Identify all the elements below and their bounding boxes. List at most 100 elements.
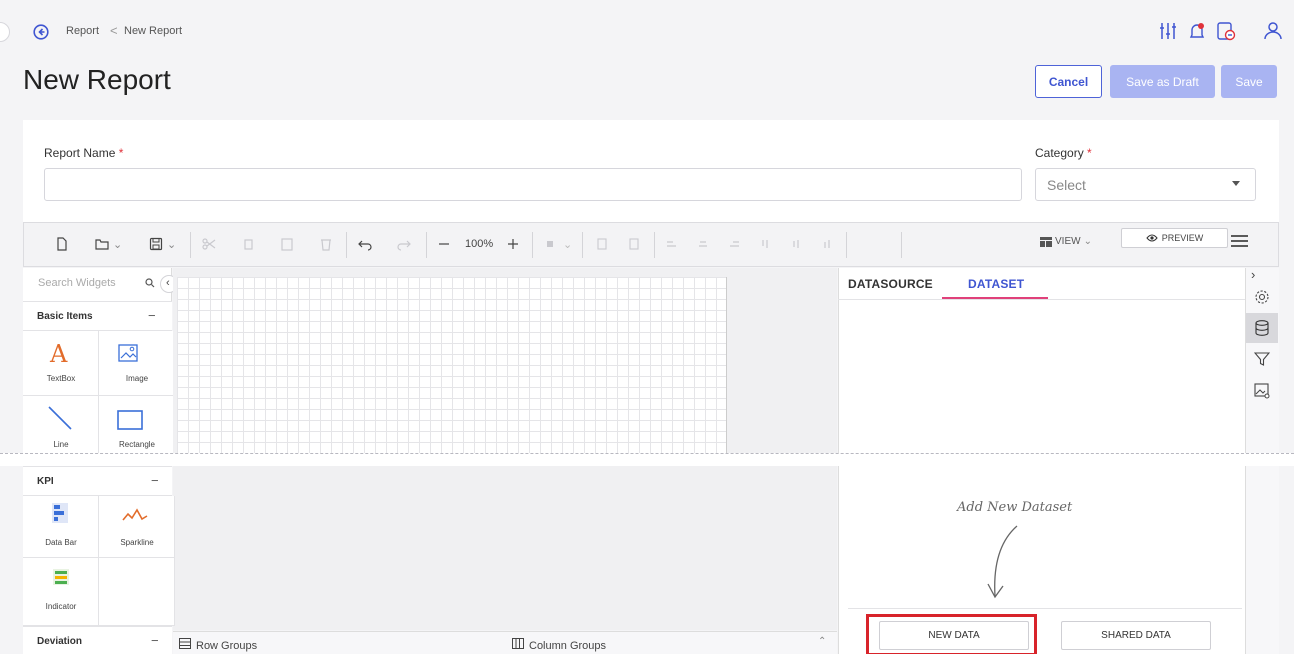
fill-dropdown-chevron-icon[interactable]: ⌄ (563, 238, 572, 251)
toolbar-divider (582, 232, 583, 258)
align-bottom-icon[interactable] (819, 236, 835, 252)
widget-sparkline[interactable] (99, 496, 175, 558)
eye-icon (1146, 234, 1158, 242)
line-icon (48, 406, 72, 430)
zoom-in-icon[interactable] (505, 236, 521, 252)
view-grid-icon (1040, 236, 1052, 247)
open-folder-icon[interactable] (94, 236, 110, 252)
section-break (0, 453, 1294, 466)
image-icon (118, 344, 138, 362)
chevron-left-icon: ‹ (166, 277, 170, 289)
user-icon[interactable] (1262, 20, 1284, 42)
widget-image[interactable] (99, 331, 175, 396)
toolbar-divider (190, 232, 191, 258)
zoom-level: 100% (465, 238, 494, 250)
breadcrumb-current: New Report (124, 25, 183, 37)
notification-bell-icon[interactable] (1186, 20, 1208, 42)
widget-search-input[interactable]: Search Widgets (38, 277, 116, 289)
widget-group-title: KPI (37, 476, 54, 487)
new-file-icon[interactable] (54, 236, 70, 252)
search-icon[interactable] (145, 278, 155, 288)
chevron-down-icon (1232, 181, 1240, 186)
widget-empty-cell (99, 558, 175, 626)
add-dataset-hint: Add New Dataset (957, 500, 1073, 515)
collapse-minus-icon[interactable]: − (151, 473, 159, 488)
redo-icon[interactable] (396, 236, 412, 252)
filter-rail-button[interactable] (1246, 344, 1278, 374)
chevron-right-icon[interactable]: › (1251, 267, 1255, 282)
arrow-down-icon (987, 525, 1018, 599)
save-dropdown-chevron-icon[interactable]: ⌄ (167, 238, 176, 251)
paste-icon[interactable] (279, 236, 295, 252)
align-to-grid-icon[interactable] (594, 236, 610, 252)
widget-group-title: Basic Items (37, 311, 93, 322)
textbox-icon: A (50, 340, 68, 368)
action-divider (848, 608, 1242, 609)
shared-data-button[interactable]: SHARED DATA (1061, 621, 1211, 650)
side-toggle[interactable] (0, 22, 10, 42)
chevron-down-icon: ⌄ (1083, 236, 1092, 247)
row-groups-label[interactable]: Row Groups (196, 640, 257, 652)
toolbar-divider (426, 232, 427, 258)
gear-icon (1255, 290, 1269, 304)
widget-label: Rectangle (118, 440, 156, 449)
collapse-minus-icon[interactable]: − (151, 633, 159, 648)
preview-button[interactable]: PREVIEW (1121, 228, 1228, 248)
sparkline-icon (122, 508, 148, 521)
open-dropdown-chevron-icon[interactable]: ⌄ (113, 238, 122, 251)
align-left-icon[interactable] (664, 236, 680, 252)
rectangle-icon (117, 410, 143, 430)
align-right-icon[interactable] (726, 236, 742, 252)
toolbar-divider (901, 232, 902, 258)
category-label: Category * (1035, 146, 1092, 160)
image-settings-icon (1254, 383, 1270, 399)
widget-label: Data Bar (45, 538, 77, 547)
align-top-icon[interactable] (757, 236, 773, 252)
database-icon (1255, 320, 1269, 336)
groups-bar (173, 631, 837, 654)
widget-group-title: Deviation (37, 636, 83, 647)
data-rail-button[interactable] (1246, 313, 1278, 343)
tab-datasource[interactable]: DATASOURCE (848, 277, 933, 291)
align-center-icon[interactable] (695, 236, 711, 252)
report-grid-surface[interactable] (177, 277, 727, 455)
save-button[interactable]: Save (1221, 65, 1277, 98)
widget-label: Sparkline (120, 538, 154, 547)
cancel-button[interactable]: Cancel (1035, 65, 1102, 98)
copy-icon[interactable] (240, 236, 256, 252)
toolbar-divider (846, 232, 847, 258)
save-file-icon[interactable] (148, 236, 164, 252)
highlight-box (866, 614, 1037, 654)
breadcrumb-root[interactable]: Report (66, 25, 99, 37)
save-as-draft-button[interactable]: Save as Draft (1110, 65, 1215, 98)
undo-icon[interactable] (357, 236, 373, 252)
distribute-icon[interactable] (626, 236, 642, 252)
collapse-minus-icon[interactable]: − (148, 308, 156, 323)
tab-dataset[interactable]: DATASET (968, 277, 1024, 291)
expand-groups-icon[interactable]: ⌃ (818, 636, 826, 647)
indicator-icon (53, 569, 69, 585)
delete-icon[interactable] (318, 236, 334, 252)
equalizer-icon[interactable] (1157, 20, 1179, 42)
column-groups-label[interactable]: Column Groups (529, 640, 606, 652)
settings-rail-button[interactable] (1246, 282, 1278, 312)
widget-label: TextBox (46, 374, 76, 383)
page-title: New Report (23, 64, 171, 95)
filter-icon (1254, 352, 1270, 366)
toolbar-divider (532, 232, 533, 258)
hamburger-menu-icon[interactable] (1231, 234, 1248, 248)
view-menu-button[interactable]: VIEW ⌄ (1040, 236, 1092, 247)
report-status-icon[interactable] (1215, 20, 1237, 42)
zoom-out-icon[interactable] (436, 236, 452, 252)
cut-icon[interactable] (201, 236, 217, 252)
row-groups-icon (179, 638, 191, 649)
image-manager-rail-button[interactable] (1246, 376, 1278, 406)
report-name-label: Report Name * (44, 146, 124, 160)
fill-color-icon[interactable] (543, 236, 559, 252)
tab-divider (838, 299, 1245, 300)
back-arrow-icon[interactable] (33, 24, 49, 40)
active-tab-indicator (942, 297, 1048, 299)
breadcrumb-separator: < (110, 23, 118, 38)
align-middle-icon[interactable] (788, 236, 804, 252)
report-name-input[interactable] (44, 168, 1022, 201)
